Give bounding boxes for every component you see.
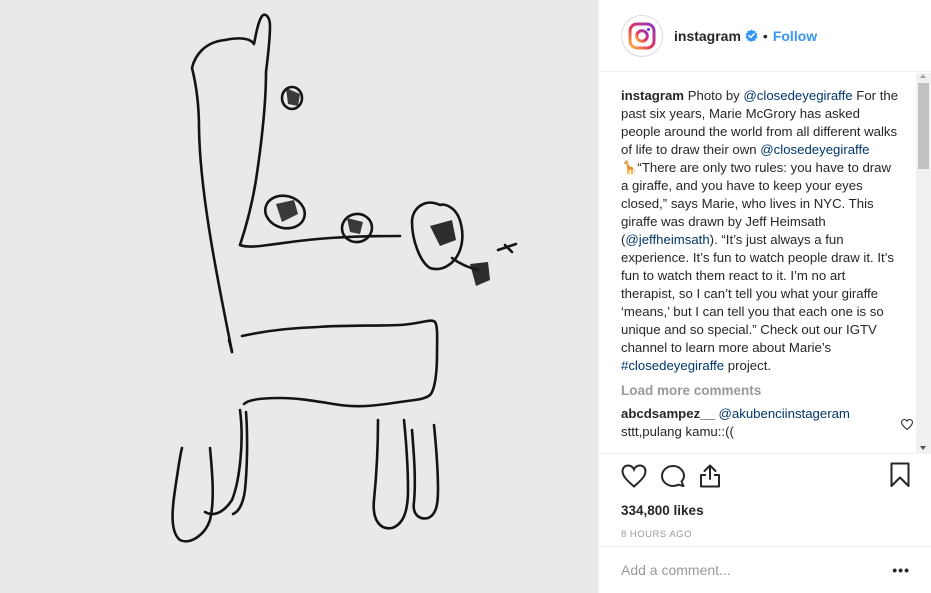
caption-hashtag[interactable]: #closedeyegiraffe — [621, 358, 724, 373]
post-timestamp[interactable]: 8 HOURS AGO — [621, 529, 910, 540]
caption-username[interactable]: instagram — [621, 88, 684, 103]
caption-text: Photo by — [684, 88, 744, 103]
small-heart-icon[interactable] — [900, 417, 914, 435]
comment-input[interactable] — [621, 562, 893, 578]
scroll-up-arrow-icon[interactable] — [920, 74, 926, 78]
post-image[interactable] — [0, 0, 598, 593]
caption-mention[interactable]: @jeffheimsath — [625, 232, 709, 247]
post-actions: 334,800 likes 8 HOURS AGO — [599, 453, 931, 540]
comments-section: instagram Photo by @closedeyegiraffe For… — [599, 73, 917, 453]
more-options-button[interactable]: ••• — [892, 562, 910, 578]
heart-icon[interactable] — [621, 464, 647, 488]
caption-mention[interactable]: @closedeyegiraffe — [760, 142, 869, 157]
scroll-thumb[interactable] — [918, 83, 929, 169]
likes-count[interactable]: 334,800 likes — [621, 503, 910, 518]
comment-username[interactable]: abcdsampez__ — [621, 406, 715, 421]
comment-text: sttt,pulang kamu::(( — [621, 424, 734, 439]
comment-item: abcdsampez__ @akubenciinstageram sttt,pu… — [621, 405, 914, 441]
header-username[interactable]: instagram — [674, 28, 741, 44]
share-icon[interactable] — [699, 464, 721, 488]
post-caption: instagram Photo by @closedeyegiraffe For… — [621, 87, 901, 375]
comments-scrollbar[interactable] — [916, 73, 931, 453]
separator-dot: • — [762, 27, 768, 44]
action-icons — [621, 462, 910, 490]
post-sidebar: instagram • Follow instagram Photo by @c… — [598, 0, 931, 593]
caption-mention[interactable]: @closedeyegiraffe — [743, 88, 852, 103]
giraffe-emoji: 🦒 — [621, 160, 638, 175]
giraffe-drawing — [171, 13, 518, 543]
comment-bubble-icon[interactable] — [661, 464, 685, 488]
post-header: instagram • Follow — [599, 0, 931, 72]
bookmark-icon[interactable] — [890, 462, 910, 491]
avatar[interactable] — [621, 14, 663, 57]
comment-mention[interactable]: @akubenciinstageram — [719, 406, 850, 421]
instagram-logo-icon — [628, 22, 656, 49]
load-more-comments-button[interactable]: Load more comments — [621, 383, 917, 398]
add-comment-bar: ••• — [599, 546, 931, 593]
instagram-post: instagram • Follow instagram Photo by @c… — [0, 0, 931, 593]
follow-button[interactable]: Follow — [773, 28, 817, 44]
scroll-down-arrow-icon[interactable] — [920, 446, 926, 450]
caption-text: ). “It’s just always a fun experience. I… — [621, 232, 894, 355]
caption-text: project. — [724, 358, 772, 373]
verified-badge-icon — [745, 29, 758, 42]
